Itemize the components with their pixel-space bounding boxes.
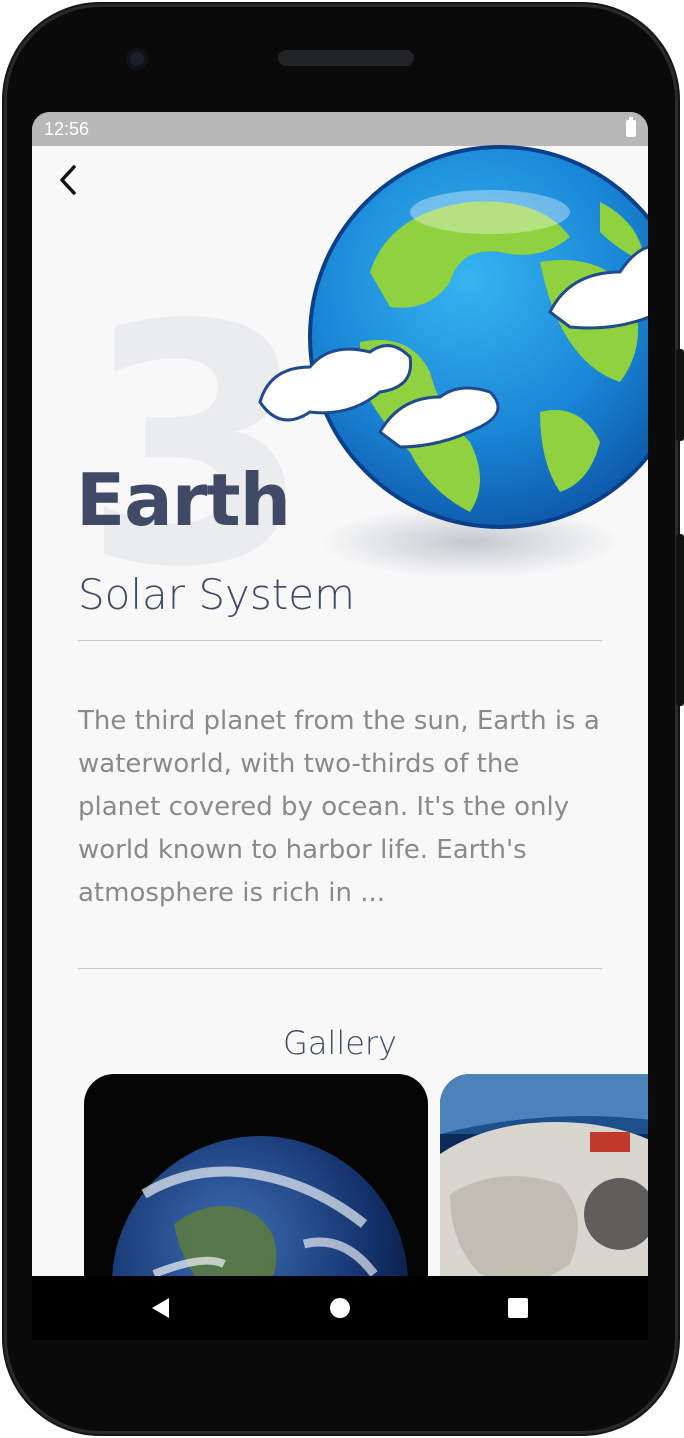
chevron-left-icon: [60, 165, 76, 195]
battery-icon: [626, 117, 636, 137]
volume-button: [676, 534, 684, 706]
gallery-title: Gallery: [283, 1024, 397, 1062]
nav-recents-button[interactable]: [500, 1290, 536, 1326]
nav-back-button[interactable]: [142, 1290, 178, 1326]
earpiece-speaker: [278, 50, 414, 66]
nav-home-button[interactable]: [322, 1290, 358, 1326]
planet-name: Earth: [76, 458, 291, 542]
power-button: [676, 349, 684, 441]
planet-category: Solar System: [78, 570, 355, 619]
status-bar: 12:56: [32, 112, 648, 146]
back-button[interactable]: [50, 160, 86, 200]
navigation-bar: [32, 1276, 648, 1340]
home-circle-icon: [330, 1298, 350, 1318]
earth-illustration: [240, 142, 648, 582]
back-triangle-icon: [152, 1298, 169, 1318]
screen: 12:56 3 Earth Solar System The third pla…: [32, 112, 648, 1340]
recents-square-icon: [508, 1298, 528, 1318]
front-camera: [126, 48, 148, 70]
divider-bottom: [78, 968, 602, 969]
divider-top: [78, 640, 602, 641]
status-time: 12:56: [44, 119, 90, 139]
planet-description: The third planet from the sun, Earth is …: [78, 706, 600, 908]
